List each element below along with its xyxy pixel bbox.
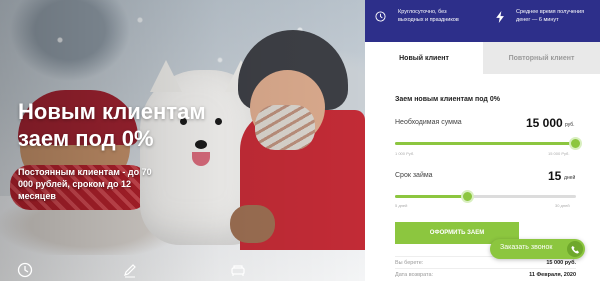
sofa-icon	[231, 265, 245, 276]
term-label: Срок займа	[395, 172, 433, 179]
info-bar: Круглосуточно, без выходных и праздников…	[365, 0, 600, 42]
clock-icon	[375, 11, 386, 22]
hero-subtitle: Постоянным клиентам - до 70 000 рублей, …	[18, 167, 152, 201]
tab-new-client[interactable]: Новый клиент	[365, 42, 483, 74]
term-unit: дней	[564, 175, 576, 181]
hero-feature-icons	[0, 258, 365, 281]
form-title: Заем новым клиентам под 0%	[395, 96, 500, 103]
term-slider[interactable]	[395, 190, 576, 203]
hero-banner: Новым клиентам заем под 0% Постоянным кл…	[0, 0, 365, 281]
summary-return-date-label: Дата возврата:	[395, 272, 434, 278]
summary-return-date: Дата возврата: 11 Февраля, 2020	[395, 268, 576, 280]
term-value: 15	[548, 169, 562, 183]
client-tabs: Новый клиент Повторный клиент	[365, 42, 600, 74]
lightning-icon	[496, 11, 504, 23]
amount-slider[interactable]	[395, 137, 582, 150]
amount-label: Необходимая сумма	[395, 119, 462, 126]
amount-min: 1 000 Руб.	[395, 151, 415, 156]
callback-button[interactable]: Заказать звонок	[490, 239, 585, 259]
pen-icon	[124, 264, 136, 278]
summary-amount-value: 15 000 руб.	[546, 260, 576, 266]
phone-icon	[567, 241, 583, 257]
amount-max: 15 000 Руб.	[548, 151, 570, 156]
amount-slider-handle[interactable]	[569, 137, 582, 150]
tab-returning-client[interactable]: Повторный клиент	[483, 42, 600, 74]
hero-title: Новым клиентам заем под 0%	[18, 99, 206, 151]
amount-unit: руб.	[565, 122, 575, 128]
amount-value: 15 000	[526, 116, 563, 130]
info-hours: Круглосуточно, без выходных и праздников	[398, 9, 459, 23]
amount-slider-fill	[395, 142, 576, 145]
clock-icon	[17, 262, 33, 278]
term-max: 30 дней	[555, 203, 570, 208]
callback-label: Заказать звонок	[500, 244, 553, 251]
info-speed: Среднее время получения денег — 6 минут	[516, 9, 585, 23]
summary-amount-label: Вы берете:	[395, 260, 424, 266]
summary-return-date-value: 11 Февраля, 2020	[529, 272, 576, 278]
term-slider-handle[interactable]	[461, 190, 474, 203]
term-slider-fill	[395, 195, 467, 198]
term-min: 5 дней	[395, 203, 408, 208]
